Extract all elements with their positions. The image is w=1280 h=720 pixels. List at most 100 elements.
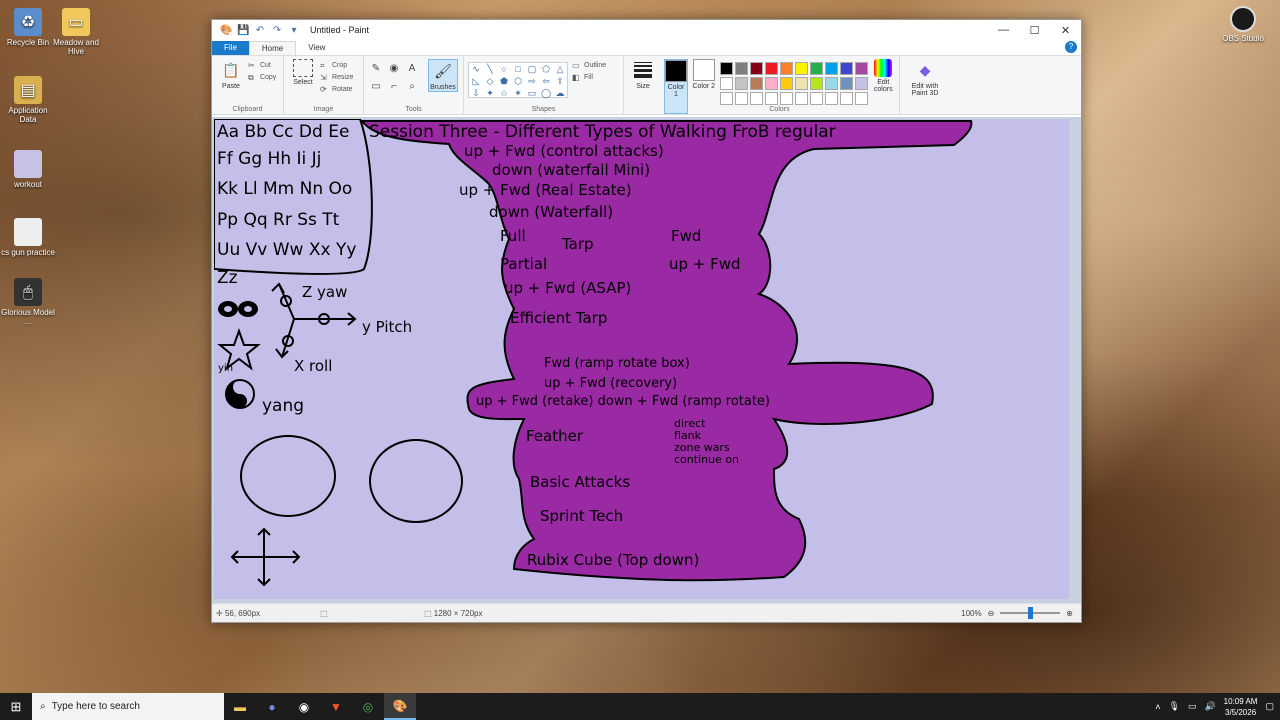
- polygon-shape-icon[interactable]: ⬠: [539, 63, 553, 75]
- paste-button[interactable]: 📋 Paste: [216, 59, 246, 91]
- triangle-shape-icon[interactable]: △: [553, 63, 567, 75]
- crop-button[interactable]: ⌗ Crop: [320, 61, 353, 70]
- curve-shape-icon[interactable]: ∿: [469, 63, 483, 75]
- discord-icon[interactable]: ●: [256, 693, 288, 720]
- right-triangle-shape-icon[interactable]: ◺: [469, 75, 483, 87]
- arrow-up-shape-icon[interactable]: ⇧: [553, 75, 567, 87]
- palette-swatch[interactable]: [824, 77, 838, 90]
- text-icon[interactable]: A: [404, 63, 420, 79]
- pencil-icon[interactable]: ✎: [368, 63, 384, 79]
- help-icon[interactable]: ?: [1065, 41, 1077, 53]
- desktop-icon-glorious-model[interactable]: 🖱 Glorious Model ...: [0, 278, 56, 326]
- palette-swatch[interactable]: [809, 62, 823, 75]
- pentagon-shape-icon[interactable]: ⬟: [497, 75, 511, 87]
- palette-swatch[interactable]: [854, 62, 868, 75]
- custom-color-slot[interactable]: [719, 92, 733, 105]
- palette-swatch[interactable]: [749, 77, 763, 90]
- palette-swatch[interactable]: [839, 77, 853, 90]
- palette-swatch[interactable]: [764, 62, 778, 75]
- edit-with-paint3d-button[interactable]: ◆ Edit with Paint 3D: [904, 59, 946, 98]
- palette-swatch[interactable]: [809, 77, 823, 90]
- close-button[interactable]: ✕: [1050, 24, 1081, 37]
- fill-icon[interactable]: ◉: [386, 63, 402, 79]
- cloud-callout-shape-icon[interactable]: ☁: [553, 87, 567, 99]
- tab-home[interactable]: Home: [248, 41, 297, 55]
- palette-swatch[interactable]: [794, 62, 808, 75]
- chrome-icon[interactable]: ◎: [352, 693, 384, 720]
- palette-swatch[interactable]: [749, 62, 763, 75]
- redo-icon[interactable]: ↷: [271, 25, 283, 36]
- outline-dropdown[interactable]: ▭ Outline: [572, 61, 606, 70]
- custom-color-slot[interactable]: [839, 92, 853, 105]
- magnifier-icon[interactable]: ⌕: [404, 81, 420, 97]
- hexagon-shape-icon[interactable]: ⬡: [511, 75, 525, 87]
- color-picker-icon[interactable]: ⌐: [386, 81, 402, 97]
- microphone-icon[interactable]: 🎙: [1169, 701, 1180, 712]
- custom-color-slot[interactable]: [749, 92, 763, 105]
- notifications-icon[interactable]: ▢: [1265, 701, 1274, 712]
- palette-swatch[interactable]: [854, 77, 868, 90]
- undo-icon[interactable]: ↶: [254, 25, 266, 36]
- custom-color-slot[interactable]: [854, 92, 868, 105]
- palette-swatch[interactable]: [779, 77, 793, 90]
- volume-icon[interactable]: 🔊: [1204, 701, 1215, 712]
- palette-swatch[interactable]: [764, 77, 778, 90]
- palette-swatch[interactable]: [734, 77, 748, 90]
- fill-dropdown[interactable]: ◧ Fill: [572, 73, 606, 82]
- rectangle-shape-icon[interactable]: □: [511, 63, 525, 75]
- copy-button[interactable]: ⧉ Copy: [248, 73, 276, 82]
- palette-swatch[interactable]: [719, 77, 733, 90]
- palette-swatch[interactable]: [824, 62, 838, 75]
- palette-swatch[interactable]: [734, 62, 748, 75]
- brave-icon[interactable]: ▼: [320, 693, 352, 720]
- clock[interactable]: 10:09 AM 3/5/2026: [1224, 696, 1258, 718]
- file-explorer-icon[interactable]: ▬: [224, 693, 256, 720]
- six-star-shape-icon[interactable]: ✶: [511, 87, 525, 99]
- rotate-button[interactable]: ⟳ Rotate: [320, 85, 353, 94]
- shapes-gallery[interactable]: ∿ ╲ ○ □ ▢ ⬠ △ ◺ ◇ ⬟ ⬡ ⇨ ⇦ ⇧ ⇩ ✦ ☆ ✶ ▭ ◯ ☁: [468, 62, 568, 98]
- cut-button[interactable]: ✂ Cut: [248, 61, 276, 70]
- zoom-slider-thumb[interactable]: [1028, 607, 1034, 619]
- zoom-slider[interactable]: [1000, 607, 1061, 619]
- callout-shape-icon[interactable]: ▭: [525, 87, 539, 99]
- minimize-button[interactable]: —: [988, 24, 1019, 37]
- select-button[interactable]: Select: [288, 59, 318, 86]
- eraser-icon[interactable]: ▭: [368, 81, 384, 97]
- drawing-canvas[interactable]: Aa Bb Cc Dd Ee Ff Gg Hh Ii Jj Kk Ll Mm N…: [214, 119, 1069, 599]
- custom-color-slot[interactable]: [734, 92, 748, 105]
- tab-view[interactable]: View: [296, 41, 337, 55]
- desktop-icon-workout[interactable]: workout: [0, 150, 56, 189]
- four-star-shape-icon[interactable]: ✦: [483, 87, 497, 99]
- network-icon[interactable]: ▭: [1188, 701, 1197, 712]
- custom-color-slot[interactable]: [824, 92, 838, 105]
- arrow-right-shape-icon[interactable]: ⇨: [525, 75, 539, 87]
- obs-taskbar-icon[interactable]: ◉: [288, 693, 320, 720]
- palette-swatch[interactable]: [839, 62, 853, 75]
- start-button[interactable]: ⊞: [0, 699, 32, 715]
- custom-color-slot[interactable]: [779, 92, 793, 105]
- custom-color-slot[interactable]: [794, 92, 808, 105]
- show-hidden-icons[interactable]: ˄: [1155, 702, 1160, 712]
- oval-callout-shape-icon[interactable]: ◯: [539, 87, 553, 99]
- palette-swatch[interactable]: [779, 62, 793, 75]
- arrow-down-shape-icon[interactable]: ⇩: [469, 87, 483, 99]
- zoom-out-button[interactable]: ⊖: [988, 609, 995, 618]
- zoom-in-button[interactable]: ⊕: [1066, 609, 1073, 618]
- desktop-icon-meadow-and-hive[interactable]: ▭ Meadow and Hive: [48, 8, 104, 56]
- desktop-icon-obs-studio[interactable]: OBS Studio: [1221, 6, 1265, 43]
- size-button[interactable]: Size: [628, 59, 658, 90]
- line-shape-icon[interactable]: ╲: [483, 63, 497, 75]
- resize-button[interactable]: ⇲ Resize: [320, 73, 353, 82]
- tab-file[interactable]: File: [212, 41, 249, 55]
- desktop-icon-application-data[interactable]: ▤ Application Data: [0, 76, 56, 124]
- maximize-button[interactable]: ☐: [1019, 24, 1050, 37]
- arrow-left-shape-icon[interactable]: ⇦: [539, 75, 553, 87]
- desktop-icon-cs-gun-practice[interactable]: cs gun practice: [0, 218, 56, 257]
- five-star-shape-icon[interactable]: ☆: [497, 87, 511, 99]
- save-icon[interactable]: 💾: [237, 25, 249, 36]
- paint-taskbar-icon[interactable]: 🎨: [384, 693, 416, 720]
- custom-color-slot[interactable]: [809, 92, 823, 105]
- brushes-button[interactable]: 🖌 Brushes: [427, 59, 458, 92]
- palette-swatch[interactable]: [719, 62, 733, 75]
- palette-swatch[interactable]: [794, 77, 808, 90]
